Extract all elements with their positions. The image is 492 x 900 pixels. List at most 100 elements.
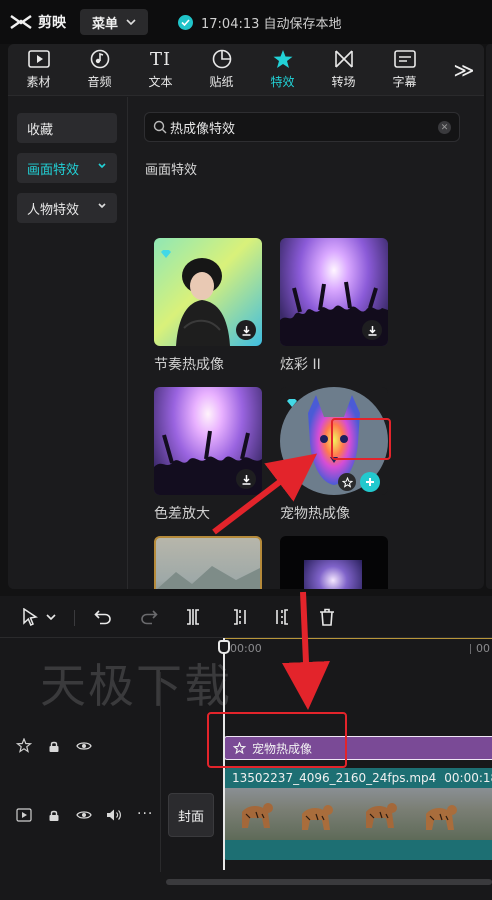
eye-icon[interactable] (76, 740, 92, 752)
effect-category-sidebar: 收藏 画面特效 人物特效 (8, 97, 128, 589)
tab-sticker[interactable]: 贴纸 (191, 44, 252, 95)
add-effect-button[interactable] (360, 472, 380, 492)
sidebar-item-favorites[interactable]: 收藏 (17, 113, 117, 143)
effect-track-icon (16, 738, 32, 754)
trim-left-button[interactable] (228, 606, 250, 628)
split-button[interactable] (182, 606, 204, 628)
sidebar-item-screen-effects[interactable]: 画面特效 (17, 153, 117, 183)
sidebar-item-people-effects[interactable]: 人物特效 (17, 193, 117, 223)
panel-edge (486, 44, 492, 589)
eye-icon[interactable] (76, 809, 92, 821)
premium-diamond-icon (160, 244, 172, 263)
redo-button[interactable] (138, 606, 160, 628)
playhead-handle[interactable] (218, 640, 230, 654)
tab-media[interactable]: 素材 (8, 44, 69, 95)
redo-icon (141, 610, 158, 625)
select-tool-button[interactable] (16, 606, 62, 628)
tab-audio[interactable]: 音频 (69, 44, 130, 95)
delete-button[interactable] (316, 606, 338, 628)
chevron-down-icon (98, 163, 106, 169)
download-icon[interactable] (362, 320, 382, 340)
effect-thumbnail (154, 387, 262, 495)
tab-subtitle[interactable]: 字幕 (374, 44, 435, 95)
effect-track-header (0, 734, 160, 760)
effect-label: 色差放大 (154, 506, 210, 522)
clear-search-icon[interactable]: ✕ (438, 121, 451, 134)
tool-tabs: 素材 音频 TI 文本 贴纸 特效 转场 字幕 ≫ (8, 44, 484, 96)
double-chevron-right-icon: ≫ (453, 57, 475, 82)
download-icon[interactable] (236, 469, 256, 489)
effect-card[interactable]: 色差放大 (154, 387, 262, 523)
plus-icon (366, 478, 374, 486)
more-tabs-button[interactable]: ≫ (444, 44, 484, 95)
volume-icon[interactable] (106, 808, 122, 822)
premium-diamond-icon (286, 393, 298, 412)
tab-text[interactable]: TI 文本 (130, 44, 191, 95)
video-track-icon (16, 808, 32, 822)
download-icon[interactable] (236, 320, 256, 340)
more-options-icon[interactable]: ··· (137, 806, 153, 822)
video-frame (472, 788, 492, 840)
effect-label: 炫彩 II (280, 357, 321, 373)
effect-thumbnail (154, 536, 262, 589)
text-icon: TI (149, 48, 172, 70)
effect-thumbnail (280, 536, 388, 589)
chevron-down-icon (46, 614, 56, 620)
cover-button[interactable]: 封面 (168, 793, 214, 837)
menu-label: 菜单 (91, 16, 118, 32)
capcut-logo-icon (10, 15, 32, 29)
transition-icon (334, 50, 353, 68)
effects-content: 热成像特效 ✕ 画面特效 节奏热成像 炫彩 II 色差放大 宠物热成像 (129, 97, 484, 589)
trash-icon (320, 608, 334, 626)
undo-icon (94, 610, 111, 625)
autosave-text: 17:04:13 自动保存本地 (201, 16, 342, 32)
effect-card[interactable] (154, 536, 262, 589)
search-value: 热成像特效 (170, 121, 236, 137)
video-track-header: ··· (0, 800, 160, 830)
subtitle-icon (393, 50, 416, 68)
tab-effects[interactable]: 特效 (252, 44, 313, 95)
effect-card[interactable]: 炫彩 II (280, 238, 388, 374)
video-clip[interactable]: 13502237_4096_2160_24fps.mp4 00:00:18: (224, 768, 492, 860)
split-icon (187, 609, 199, 625)
search-input[interactable]: 热成像特效 ✕ (144, 112, 460, 142)
timeline-scrollbar[interactable] (166, 879, 492, 885)
trim-right-button[interactable] (272, 606, 294, 628)
tab-transition[interactable]: 转场 (313, 44, 374, 95)
audio-icon (90, 49, 109, 69)
asset-panel: 素材 音频 TI 文本 贴纸 特效 转场 字幕 ≫ 收藏 画面特效 人物特效 热… (8, 44, 484, 589)
effect-card[interactable] (280, 536, 388, 589)
app-window: 剪映 菜单 17:04:13 自动保存本地 素材 音频 TI 文本 贴纸 特效 … (0, 0, 492, 900)
video-frame (286, 788, 348, 840)
app-logo: 剪映 (10, 12, 66, 32)
lock-icon[interactable] (48, 740, 60, 753)
chevron-down-icon (98, 203, 106, 209)
video-clip-filename: 13502237_4096_2160_24fps.mp4 (232, 771, 437, 785)
top-bar: 剪映 菜单 17:04:13 自动保存本地 (0, 0, 492, 44)
chevron-down-icon (126, 19, 136, 25)
undo-button[interactable] (92, 606, 114, 628)
media-icon (27, 50, 50, 68)
highlight-add-button (331, 418, 391, 460)
menu-button[interactable]: 菜单 (80, 9, 148, 35)
video-clip-header: 13502237_4096_2160_24fps.mp4 00:00:18: (224, 768, 492, 788)
search-icon (153, 120, 167, 134)
watermark-text: 天极下载 (40, 659, 232, 713)
effect-thumbnail (280, 238, 388, 346)
effects-icon (273, 50, 292, 68)
cursor-icon (23, 608, 38, 626)
section-title: 画面特效 (145, 163, 198, 178)
app-name: 剪映 (38, 15, 66, 31)
sticker-icon (212, 49, 231, 69)
ruler-next-label: 00 (476, 642, 490, 655)
effect-label: 宠物热成像 (280, 506, 350, 522)
timeline-toolbar (0, 596, 492, 638)
lock-icon[interactable] (48, 809, 60, 822)
video-frames (224, 788, 492, 840)
effect-card[interactable]: 节奏热成像 (154, 238, 262, 374)
video-frame (348, 788, 410, 840)
check-icon (178, 14, 193, 30)
trim-left-icon (234, 609, 246, 625)
favorite-star-icon[interactable] (338, 473, 356, 491)
ruler-start-label: 00:00 (230, 642, 262, 655)
